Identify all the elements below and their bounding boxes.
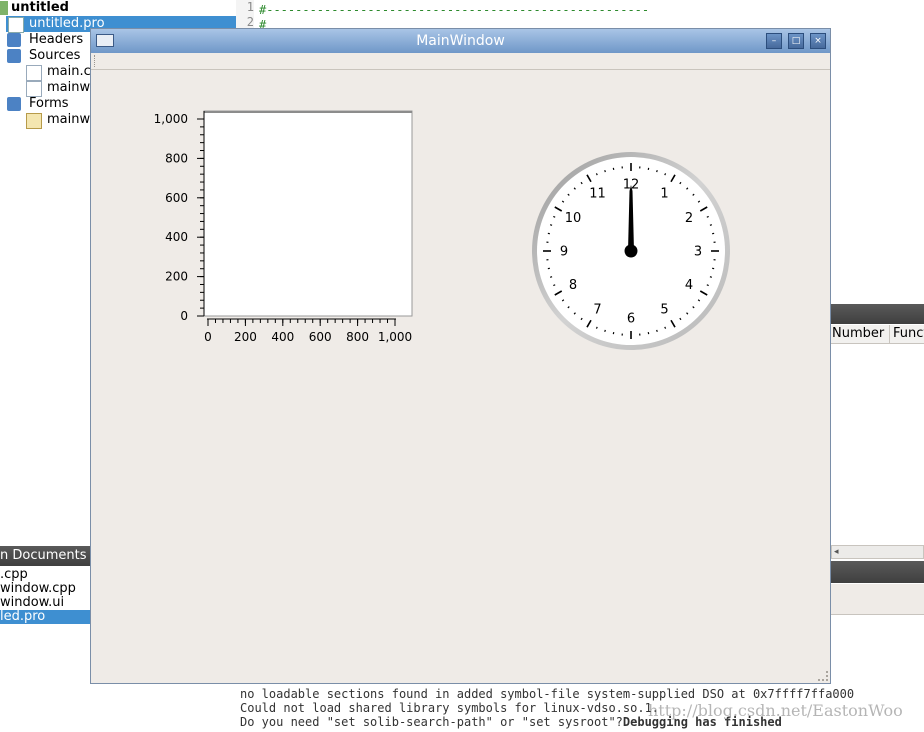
resize-grip-icon[interactable] xyxy=(818,671,828,681)
clock-number: 9 xyxy=(560,245,568,260)
clock-minute-tick xyxy=(605,330,606,332)
plot-canvas xyxy=(204,111,412,316)
output-line-text: Do you need "set solib-search-path" or "… xyxy=(240,715,623,729)
tree-item-forms[interactable]: Forms xyxy=(6,96,69,112)
cpp-file-icon xyxy=(26,81,42,97)
tree-item-label: Forms xyxy=(29,96,69,111)
clock-minute-tick xyxy=(550,277,552,278)
open-documents-title: n Documents xyxy=(0,548,87,563)
column-header-number[interactable]: Number xyxy=(832,325,884,343)
tree-item-label: Headers xyxy=(29,32,83,47)
line-number: 1 xyxy=(236,0,254,15)
pro-file-icon xyxy=(8,17,24,33)
toolbar-grip[interactable] xyxy=(94,55,98,67)
clock-minute-tick xyxy=(553,216,555,217)
open-document-item[interactable]: .cpp xyxy=(0,568,90,582)
output-pane-gutter xyxy=(90,682,235,732)
right-panel-body xyxy=(831,584,924,615)
clock-center-pin xyxy=(625,245,638,258)
x-tick-label: 800 xyxy=(346,330,369,344)
clock-number: 5 xyxy=(660,303,668,318)
tree-item-main-cpp[interactable]: main.cp xyxy=(26,64,99,80)
main-window: MainWindow – □ × 0 200 400 600 800 1,000 0 200 4… xyxy=(90,28,831,684)
scroll-left-icon[interactable]: ◂ xyxy=(834,546,839,558)
maximize-button[interactable]: □ xyxy=(788,33,804,49)
clock-number: 10 xyxy=(565,211,582,226)
minimize-button[interactable]: – xyxy=(766,33,782,49)
output-line: Could not load shared library symbols fo… xyxy=(240,701,659,715)
cpp-file-icon xyxy=(26,65,42,81)
title-bar[interactable]: MainWindow – □ × xyxy=(91,29,830,53)
open-documents-list: .cpp window.cpp window.ui led.pro xyxy=(0,568,90,626)
folder-sources-icon xyxy=(7,49,21,63)
tree-item-headers[interactable]: Headers xyxy=(6,32,83,48)
right-panel-columns: Number Functi xyxy=(831,325,924,344)
column-header-function[interactable]: Functi xyxy=(889,325,924,343)
tree-item-label: mainwi xyxy=(47,112,94,127)
clock-minute-tick xyxy=(657,330,658,332)
clock-minute-tick xyxy=(710,225,712,226)
clock-minute-tick xyxy=(710,277,712,278)
output-line: no loadable sections found in added symb… xyxy=(240,687,854,701)
x-tick-label: 200 xyxy=(234,330,257,344)
open-document-item[interactable]: window.ui xyxy=(0,596,90,610)
y-tick-label: 0 xyxy=(180,309,188,323)
clock-number: 2 xyxy=(685,211,693,226)
clock-minute-tick xyxy=(596,173,597,175)
tree-item-label: mainwi xyxy=(47,80,94,95)
ui-file-icon xyxy=(26,113,42,129)
y-tick-label: 200 xyxy=(165,270,188,284)
y-tick-label: 600 xyxy=(165,191,188,205)
right-panel-scrollbar[interactable]: ◂ xyxy=(831,545,924,559)
clock-number: 1 xyxy=(660,186,668,201)
right-panel-header-2 xyxy=(831,561,924,583)
y-tick-label: 800 xyxy=(165,151,188,165)
clock-minute-tick xyxy=(596,327,597,329)
right-panel-header xyxy=(831,304,924,324)
open-documents-header: n Documents xyxy=(0,546,90,566)
tree-item-mainwindow-ui[interactable]: mainwi xyxy=(26,112,94,128)
plot-widget: 0 200 400 600 800 1,000 0 200 400 600 800 1,000 xyxy=(141,107,421,347)
y-tick-label: 400 xyxy=(165,230,188,244)
open-document-item[interactable]: led.pro xyxy=(0,610,90,624)
code-line: #---------------------------------------… xyxy=(259,3,649,18)
tree-item-label: untitled xyxy=(11,0,69,15)
window-title: MainWindow xyxy=(91,29,830,53)
clock-minute-tick xyxy=(665,327,666,329)
tree-item-label: Sources xyxy=(29,48,80,63)
folder-headers-icon xyxy=(7,33,21,47)
clock-number: 11 xyxy=(589,186,606,201)
x-tick-label: 1,000 xyxy=(378,330,412,344)
clock-minute-tick xyxy=(657,170,658,172)
code-editor[interactable]: 1 2 #-----------------------------------… xyxy=(236,0,924,30)
clock-number: 3 xyxy=(694,245,702,260)
clock-minute-tick xyxy=(707,216,709,217)
open-document-item[interactable]: window.cpp xyxy=(0,582,90,596)
close-button[interactable]: × xyxy=(810,33,826,49)
clock-number: 6 xyxy=(627,312,635,327)
clock-minute-tick xyxy=(553,285,555,286)
clock-minute-tick xyxy=(550,225,552,226)
x-tick-label: 0 xyxy=(204,330,212,344)
clock-minute-tick xyxy=(665,173,666,175)
tree-item-sources[interactable]: Sources xyxy=(6,48,80,64)
y-tick-label: 1,000 xyxy=(154,112,188,126)
folder-forms-icon xyxy=(7,97,21,111)
project-icon xyxy=(0,1,8,15)
clock-minute-tick xyxy=(605,170,606,172)
tree-item-mainwindow-cpp[interactable]: mainwi xyxy=(26,80,94,96)
clock-number: 7 xyxy=(593,303,601,318)
clock-number: 8 xyxy=(569,278,577,293)
analog-clock: 121234567891011 xyxy=(531,151,731,351)
x-tick-label: 600 xyxy=(309,330,332,344)
x-tick-label: 400 xyxy=(271,330,294,344)
tree-item-project[interactable]: untitled xyxy=(0,0,69,16)
watermark: http://blog.csdn.net/EastonWoo xyxy=(648,701,903,720)
menu-bar[interactable] xyxy=(91,53,830,70)
clock-number: 4 xyxy=(685,278,693,293)
clock-minute-tick xyxy=(707,285,709,286)
